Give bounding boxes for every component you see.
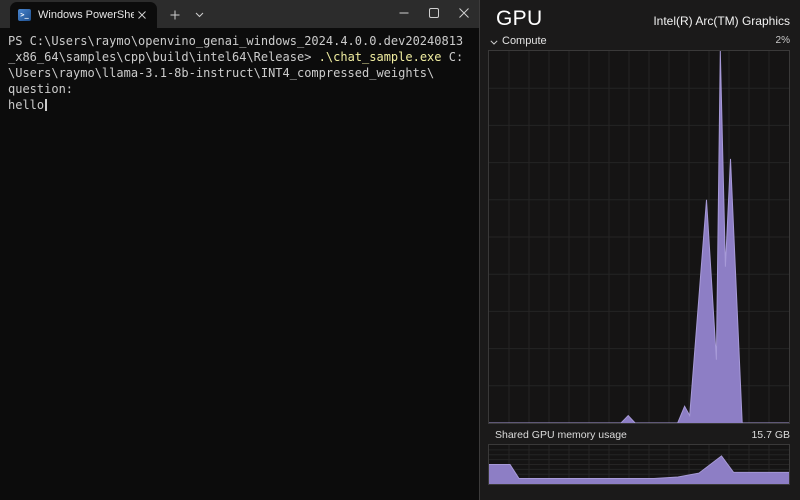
window-controls — [389, 0, 479, 28]
gpu-header: GPU Intel(R) Arc(TM) Graphics — [480, 0, 800, 31]
powershell-icon: >_ — [18, 9, 31, 21]
terminal-line: _x86_64\samples\cpp\build\intel64\Releas… — [8, 49, 471, 65]
terminal-line: \Users\raymo\llama-3.1-8b-instruct\INT4_… — [8, 65, 471, 81]
close-button[interactable] — [449, 0, 479, 26]
terminal-line: PS C:\Users\raymo\openvino_genai_windows… — [8, 33, 471, 49]
tab-windows-powershell[interactable]: >_ Windows PowerShell — [10, 2, 157, 28]
tab-close-icon[interactable] — [134, 7, 149, 23]
chevron-down-icon — [490, 32, 498, 50]
gpu-adapter-name: Intel(R) Arc(TM) Graphics — [653, 14, 790, 28]
maximize-button[interactable] — [419, 0, 449, 26]
memory-usage-label: Shared GPU memory usage — [495, 429, 627, 441]
terminal-line: question: — [8, 81, 471, 97]
compute-section-header[interactable]: Compute 2% — [480, 31, 800, 50]
terminal-titlebar: >_ Windows PowerShell — [0, 0, 479, 28]
tab-title: Windows PowerShell — [38, 9, 134, 21]
memory-usage-chart — [488, 444, 790, 485]
minimize-button[interactable] — [389, 0, 419, 26]
gpu-panel: GPU Intel(R) Arc(TM) Graphics Compute 2%… — [480, 0, 800, 500]
tab-dropdown-chevron-icon[interactable] — [189, 3, 209, 27]
new-tab-button[interactable] — [163, 3, 187, 27]
terminal-output[interactable]: PS C:\Users\raymo\openvino_genai_windows… — [0, 28, 479, 500]
compute-utilization-value: 2% — [776, 35, 790, 46]
terminal-window: >_ Windows PowerShell — [0, 0, 480, 500]
memory-usage-value: 15.7 GB — [751, 429, 790, 441]
gpu-title: GPU — [496, 7, 542, 31]
compute-usage-chart — [488, 50, 790, 424]
memory-usage-row: Shared GPU memory usage 15.7 GB — [480, 425, 800, 444]
terminal-cursor — [45, 99, 47, 111]
screen: >_ Windows PowerShell — [0, 0, 800, 500]
terminal-line: hello — [8, 97, 471, 113]
compute-section-label: Compute — [502, 35, 547, 47]
